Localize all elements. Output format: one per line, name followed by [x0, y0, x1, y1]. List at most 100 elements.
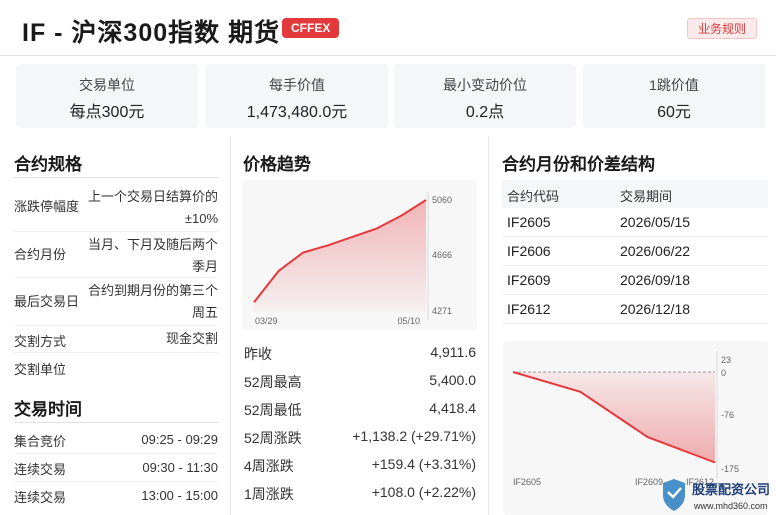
table-row[interactable]: IF2609 2026/09/18 [502, 266, 768, 295]
trend-stat-label: 52周涨跌 [244, 430, 302, 446]
stat-value: 60元 [657, 104, 691, 121]
y-tick-label: -76 [721, 410, 734, 420]
y-tick-label: 23 [721, 355, 731, 365]
contract-stats: 交易单位 每点300元 每手价值 1,473,480.0元 最小变动价位 0.2… [16, 64, 776, 128]
contract-code: IF2605 [507, 214, 551, 230]
trading-time-label: 集合竞价 [14, 434, 67, 449]
trend-stat-value: +159.4 (+3.31%) [371, 456, 476, 472]
spec-row: 涨跌停幅度 上一个交易日结算价的±10% [14, 186, 218, 230]
column-divider [230, 136, 231, 515]
spec-value: 上一个交易日结算价的±10% [88, 189, 219, 226]
trading-time-value: 09:25 - 09:29 [141, 432, 218, 447]
trading-time-row: 连续交易 13:00 - 15:00 [14, 486, 218, 508]
x-tick-label: IF2605 [513, 477, 541, 487]
spec-label: 合约月份 [14, 247, 67, 262]
table-row[interactable]: IF2612 2026/12/18 [502, 295, 768, 324]
contract-date: 2026/05/15 [620, 214, 691, 230]
page-title: IF - 沪深300指数 期货 [22, 19, 281, 47]
y-tick-label: 0 [721, 368, 726, 378]
stat-card: 1跳价值 60元 [583, 64, 765, 128]
trading-time-value: 09:30 - 11:30 [142, 460, 218, 475]
stat-value: 每点300元 [69, 104, 145, 121]
spec-row: 最后交易日 合约到期月份的第三个周五 [14, 280, 218, 324]
spec-value: 当月、下月及随后两个季月 [88, 237, 219, 274]
spec-label: 涨跌停幅度 [14, 199, 80, 214]
column-divider [488, 136, 489, 515]
price-trend-svg: 5060 4666 4271 03/29 05/10 [253, 192, 452, 326]
section-divider [14, 177, 218, 178]
rules-button[interactable]: 业务规则 [687, 18, 758, 39]
trend-stat-value: +108.0 (+2.22%) [371, 484, 476, 500]
stat-value: 1,473,480.0元 [246, 104, 348, 121]
spec-value: 合约到期月份的第三个周五 [88, 283, 219, 320]
spread-area [513, 372, 715, 463]
stat-label: 交易单位 [79, 77, 135, 93]
stat-card: 每手价值 1,473,480.0元 [206, 64, 388, 128]
table-header: 合约代码 交易期间 [502, 180, 768, 208]
x-tick-label: 05/10 [397, 316, 420, 326]
spec-value: 现金交割 [165, 331, 218, 346]
column-header: 合约代码 [507, 189, 560, 204]
trading-time-row: 集合竞价 09:25 - 09:29 [14, 430, 218, 452]
trend-title: 价格趋势 [243, 155, 311, 174]
y-tick-label: 5060 [432, 195, 452, 205]
column-header: 交易期间 [620, 189, 673, 204]
spec-row: 交割方式 现金交割 [14, 328, 218, 350]
trend-stat-label: 52周最高 [244, 374, 302, 390]
trend-stat-value: 4,418.4 [429, 400, 476, 416]
trend-stat-value: +1,138.2 (+29.71%) [352, 428, 476, 444]
trading-time-label: 连续交易 [14, 462, 67, 477]
stat-label: 每手价值 [269, 77, 325, 93]
trend-stat-label: 52周最低 [244, 402, 302, 418]
contract-date: 2026/09/18 [620, 272, 691, 288]
y-tick-label: -175 [721, 464, 739, 474]
trend-stat-value: 5,400.0 [429, 372, 476, 388]
watermark-url: www.mhd360.com [693, 501, 768, 511]
row-divider [14, 481, 218, 482]
contract-date: 2026/06/22 [620, 243, 691, 259]
contract-code: IF2612 [507, 301, 551, 317]
table-row[interactable]: IF2606 2026/06/22 [502, 237, 768, 266]
trend-stat-label: 昨收 [244, 346, 272, 362]
trend-stat-label: 4周涨跌 [244, 458, 294, 474]
trading-time-value: 13:00 - 15:00 [141, 488, 218, 503]
row-divider [14, 277, 218, 278]
trend-stat-label: 1周涨跌 [244, 486, 294, 502]
contract-date: 2026/12/18 [620, 301, 691, 317]
section-divider [14, 422, 218, 423]
trading-time-row: 连续交易 09:30 - 11:30 [14, 458, 218, 480]
x-tick-label: IF2609 [635, 477, 663, 487]
table-row[interactable]: IF2605 2026/05/15 [502, 208, 768, 237]
row-divider [14, 325, 218, 326]
spec-label: 交割单位 [14, 362, 67, 377]
stat-card: 最小变动价位 0.2点 [394, 64, 576, 128]
stat-value: 0.2点 [465, 104, 505, 121]
spec-row: 合约月份 当月、下月及随后两个季月 [14, 234, 218, 278]
spec-title: 合约规格 [14, 155, 82, 174]
stat-label: 1跳价值 [649, 77, 699, 93]
spec-row: 交割单位 [14, 356, 218, 378]
shield-icon [663, 479, 685, 511]
row-divider [14, 231, 218, 232]
spec-label: 交割方式 [14, 334, 67, 349]
y-tick-label: 4271 [432, 306, 452, 316]
row-divider [14, 453, 218, 454]
trend-stat-value: 4,911.6 [430, 344, 476, 360]
spec-label: 最后交易日 [14, 294, 80, 309]
trading-time-label: 连续交易 [14, 490, 67, 505]
y-tick-label: 4666 [432, 250, 452, 260]
row-divider [14, 352, 218, 353]
x-tick-label: 03/29 [255, 316, 278, 326]
contract-code: IF2609 [507, 272, 551, 288]
structure-title: 合约月份和价差结构 [502, 155, 655, 174]
trading-time-title: 交易时间 [14, 400, 82, 419]
watermark-svg: 股票配资公司 www.mhd360.com [663, 479, 770, 511]
price-trend-chart: 5060 4666 4271 03/29 05/10 [242, 180, 477, 330]
watermark-logo: 股票配资公司 www.mhd360.com [660, 477, 776, 515]
exchange-badge: CFFEX [282, 18, 340, 38]
watermark-text: 股票配资公司 [692, 482, 770, 497]
page-header: IF - 沪深300指数 期货 CFFEX 业务规则 [0, 0, 776, 56]
contract-code: IF2606 [507, 243, 551, 259]
stat-label: 最小变动价位 [443, 77, 527, 93]
stat-card: 交易单位 每点300元 [16, 64, 198, 128]
